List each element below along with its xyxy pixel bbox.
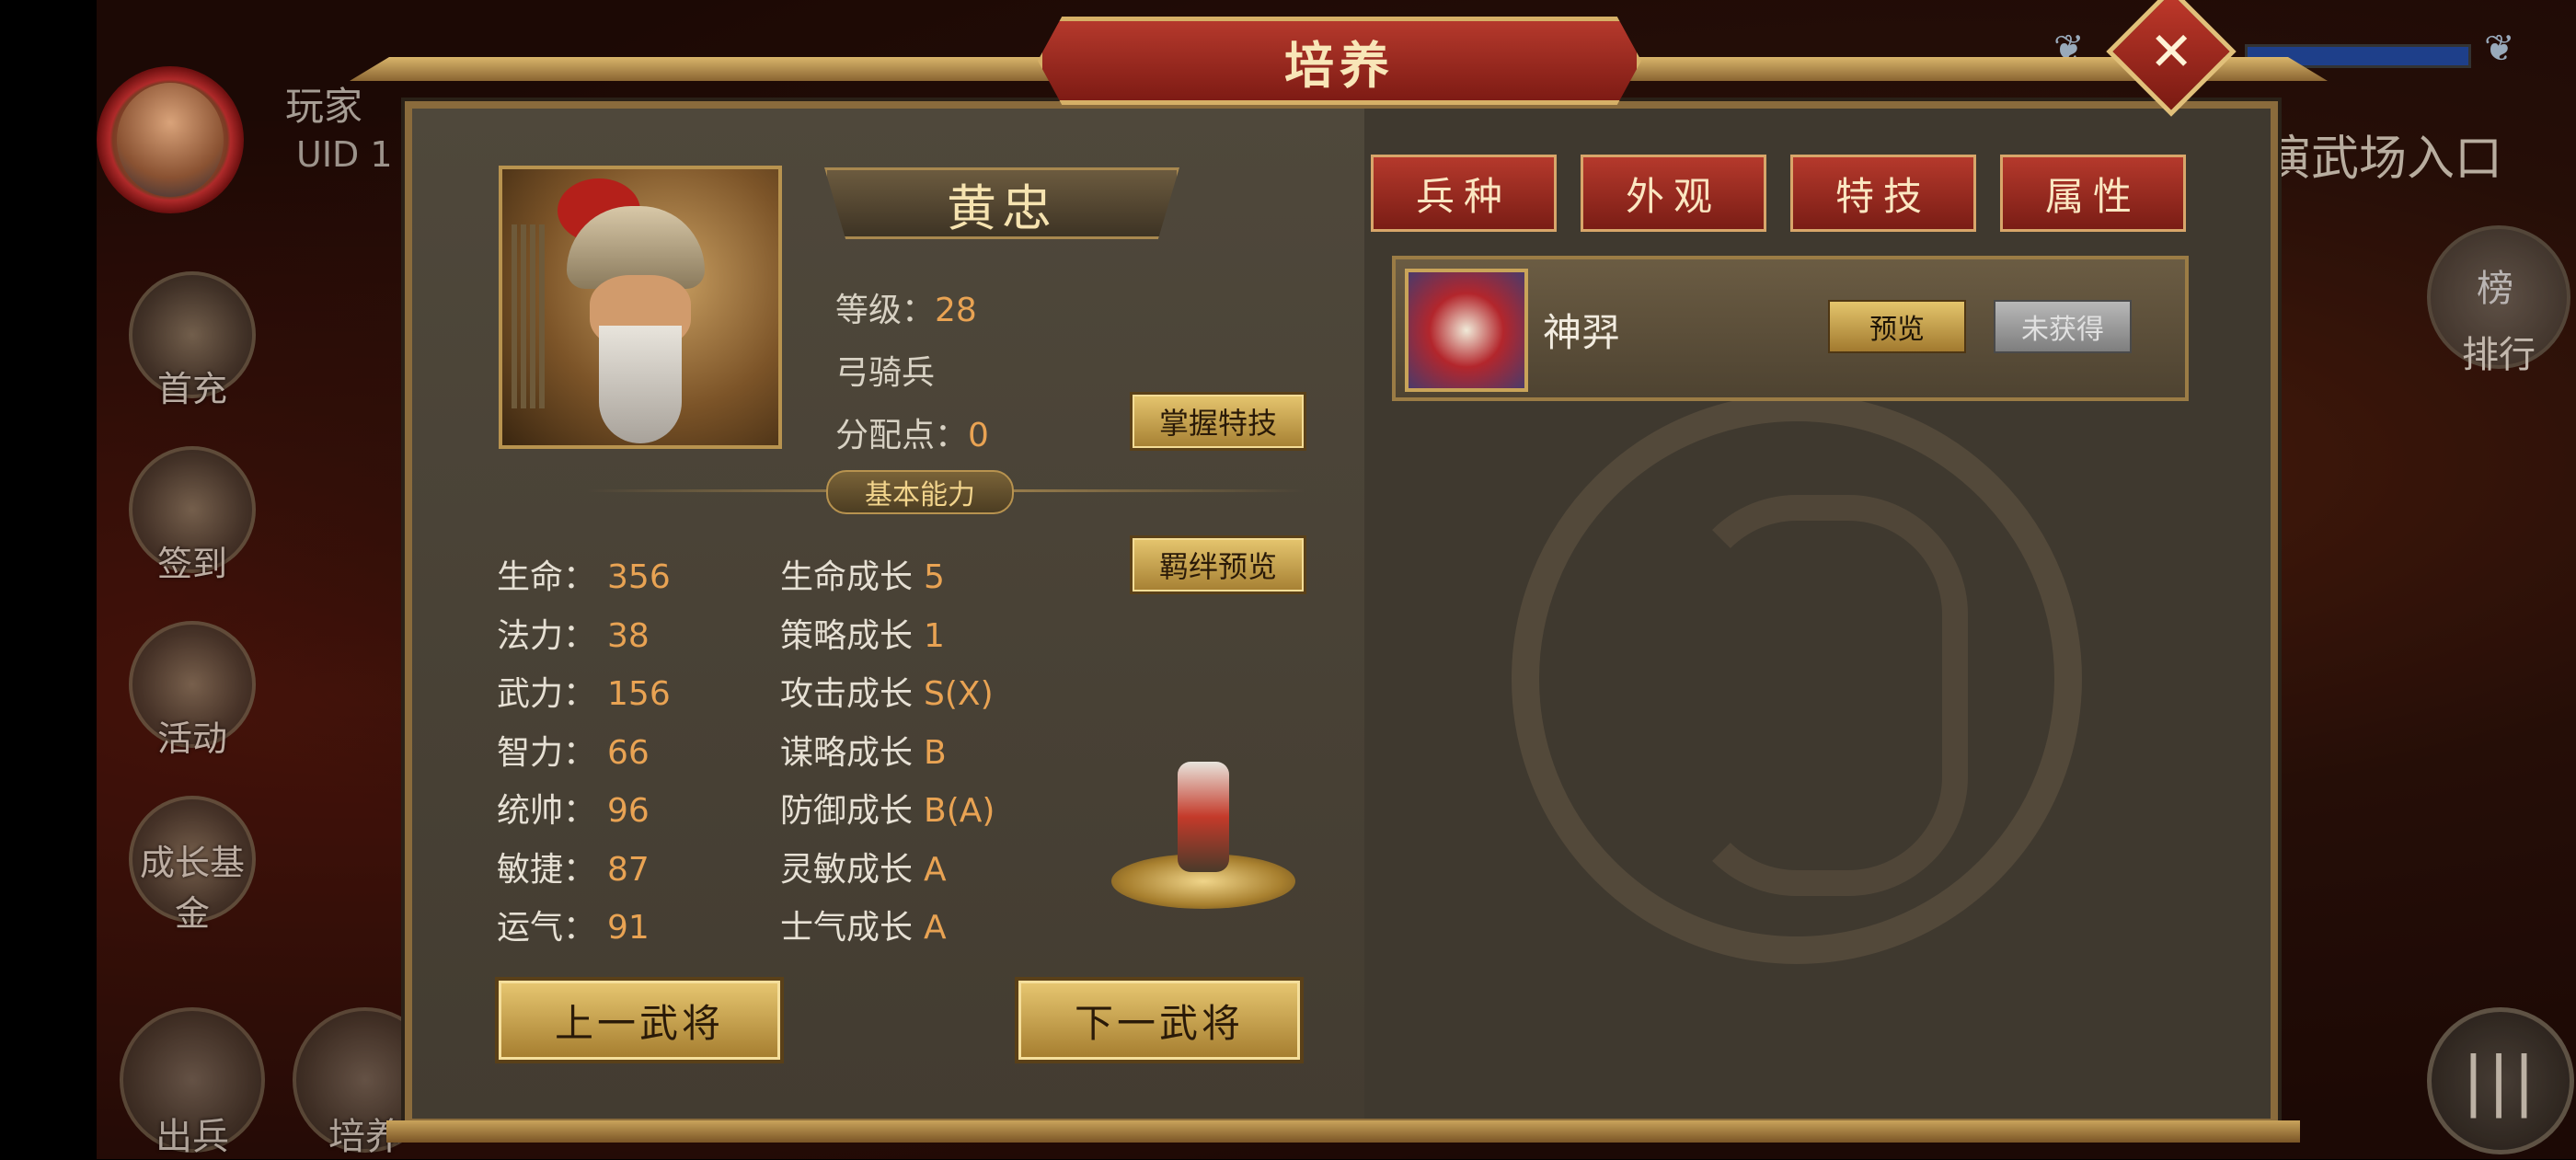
troop-locked-status: 未获得 [1994,300,2132,353]
close-icon: ✕ [2148,19,2194,83]
growth-row: 生命成长 5 [780,550,945,598]
hero-points: 分配点：0 [835,408,989,456]
stat-row: 法力： 38 [497,609,650,657]
tab-attributes[interactable]: 属性 [2000,155,2186,232]
growth-value: B [924,733,947,772]
arrows-quiver [512,224,548,408]
troop-name: 神羿 [1543,310,1621,355]
basic-ability-label: 基本能力 [826,470,1014,514]
arena-entry-label[interactable]: 演武场入口 [2263,120,2502,189]
growth-value: 5 [924,558,945,596]
player-avatar[interactable] [97,66,244,213]
growth-label: 防御成长 [780,792,914,830]
stat-label: 统帅： [497,792,597,830]
hero-troop-type: 弓骑兵 [835,354,936,392]
stat-row: 运气： 91 [497,901,650,948]
troop-preview-button[interactable]: 预览 [1828,300,1966,353]
sign-in-button[interactable]: 签到 [129,446,256,584]
hero-info-area: 黄忠 等级：28 弓骑兵 分配点：0 掌握特技 羁绊预览 基本能力 生命： 356… [412,109,1364,1119]
menu-icon: ||| [2462,1043,2539,1119]
stat-value: 38 [607,616,650,655]
tab-appearance[interactable]: 外观 [1581,155,1766,232]
stat-label: 运气： [497,909,597,947]
dragon-emblem [1512,394,2082,964]
deploy-button[interactable]: 出兵 [120,1007,265,1158]
growth-row: 攻击成长 S(X) [780,667,994,715]
next-general-button[interactable]: 下一武将 [1015,977,1304,1063]
hero-name-plate: 黄忠 [824,167,1179,239]
stat-label: 敏捷： [497,850,597,889]
stat-label: 智力： [497,733,597,772]
activity-button[interactable]: 活动 [129,621,256,759]
tab-troop[interactable]: 兵种 [1371,155,1557,232]
stat-value: 87 [607,850,650,889]
growth-label: 灵敏成长 [780,850,914,889]
troop-list-item[interactable]: 神羿 预览 未获得 [1392,256,2189,401]
stat-row: 武力： 156 [497,667,671,715]
stat-value: 66 [607,733,650,772]
stat-value: 96 [607,792,650,830]
dialog-title-plate: 培养 [1038,17,1641,105]
stat-row: 生命： 356 [497,550,671,598]
stat-value: 356 [607,558,671,596]
panel-bottom-rail [386,1120,2300,1143]
butterfly-icon: ❦ [2484,28,2515,70]
stat-row: 敏捷： 87 [497,843,650,890]
bottom-button-label: 出兵 [155,1116,229,1158]
hero-level: 等级：28 [835,283,977,331]
side-button-label: 活动 [156,718,227,759]
avatar-face [117,83,224,197]
stat-row: 智力： 66 [497,726,650,774]
ranking-label: 排行 [2462,334,2536,376]
points-label: 分配点： [835,417,969,454]
beard [599,326,682,443]
growth-value: A [924,909,947,947]
growth-label: 谋略成长 [780,733,914,772]
stat-label: 法力： [497,616,597,655]
stat-label: 生命： [497,558,597,596]
training-panel: 黄忠 等级：28 弓骑兵 分配点：0 掌握特技 羁绊预览 基本能力 生命： 356… [405,101,2278,1126]
growth-value: B(A) [924,792,995,830]
growth-value: S(X) [924,675,994,713]
player-name: 玩家 [285,84,363,129]
growth-label: 策略成长 [780,616,914,655]
side-button-label: 签到 [156,544,227,584]
dialog-title: 培养 [1284,35,1395,95]
growth-label: 攻击成长 [780,675,914,713]
growth-row: 策略成长 1 [780,609,945,657]
hero-name: 黄忠 [947,178,1057,237]
growth-row: 灵敏成长 A [780,843,947,890]
level-label: 等级： [835,292,936,329]
side-button-label: 首充 [156,369,227,409]
tab-skill[interactable]: 特技 [1790,155,1976,232]
growth-row: 士气成长 A [780,901,947,948]
stat-value: 91 [607,909,650,947]
hero-portrait [499,166,782,449]
growth-row: 防御成长 B(A) [780,784,995,832]
ranking-badge-icon: 榜 [2477,268,2513,310]
bond-preview-button[interactable]: 羁绊预览 [1130,535,1306,594]
growth-label: 生命成长 [780,558,914,596]
prev-general-button[interactable]: 上一武将 [495,977,784,1063]
side-button-label: 成长基金 [139,843,245,934]
master-skill-button[interactable]: 掌握特技 [1130,392,1306,451]
growth-row: 谋略成长 B [780,726,947,774]
stat-label: 武力： [497,675,597,713]
menu-button[interactable]: ||| [2427,1007,2574,1154]
growth-value: A [924,850,947,889]
growth-fund-button[interactable]: 成长基金 [129,796,256,934]
player-uid: UID 1 [296,134,393,175]
points-value: 0 [968,417,989,454]
growth-label: 士气成长 [780,909,914,947]
ranking-button[interactable]: 榜 排行 [2427,225,2570,376]
sprite-figure [1178,762,1229,872]
stat-value: 156 [607,675,671,713]
stat-row: 统帅： 96 [497,784,650,832]
hero-sprite [1111,762,1295,909]
growth-value: 1 [924,616,945,655]
level-value: 28 [935,292,977,329]
first-recharge-button[interactable]: 首充 [129,271,256,409]
troop-icon [1405,269,1528,392]
